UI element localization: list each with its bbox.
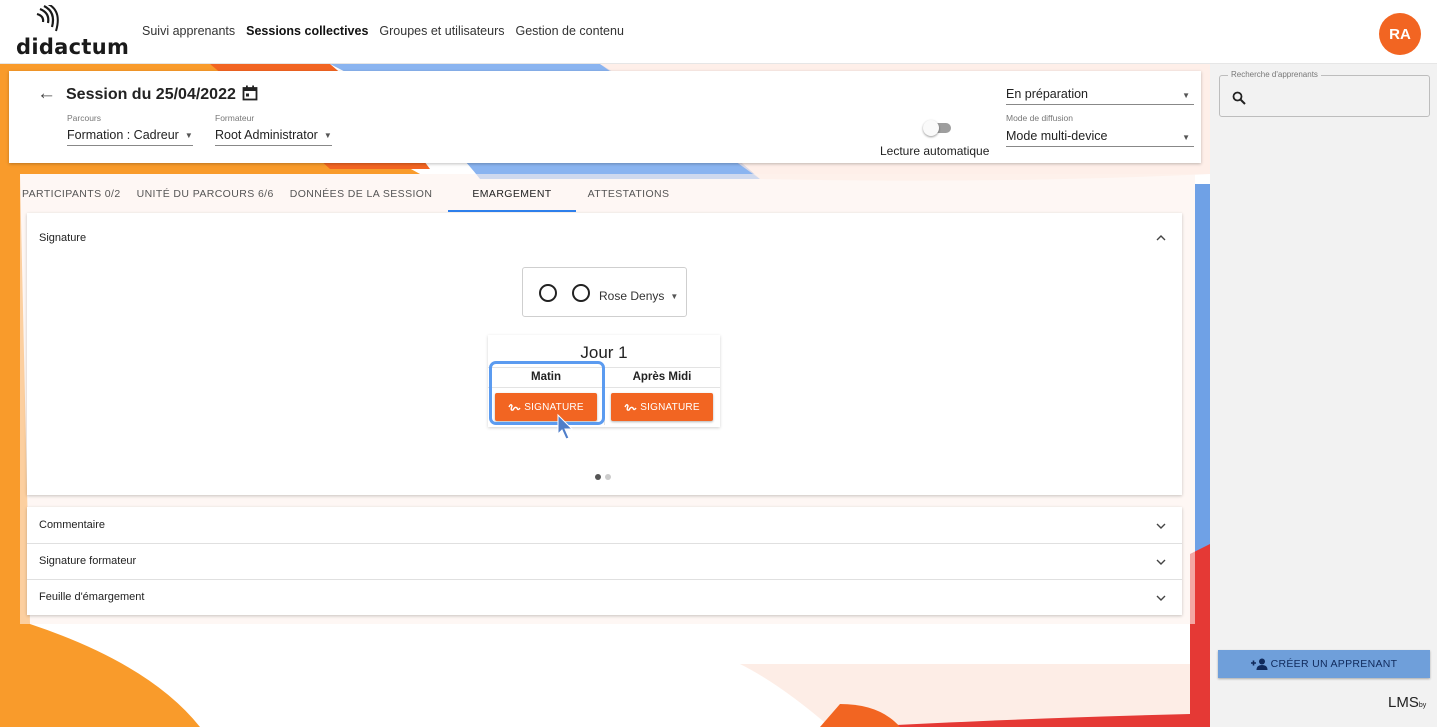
tab-unite-parcours[interactable]: UNITÉ DU PARCOURS 6/6 [129,188,282,212]
tab-donnees-session[interactable]: DONNÉES DE LA SESSION [282,188,441,212]
chevron-down-icon [1156,523,1166,529]
caret-down-icon: ▼ [323,131,332,141]
formateur-label: Formateur [215,113,255,123]
panel-commentaire-title: Commentaire [39,519,106,531]
radio-option-1[interactable] [539,284,557,302]
parcours-label: Parcours [67,113,102,123]
signature-panel-title: Signature [39,232,87,244]
status-value: En préparation [1006,87,1089,101]
learner-sidebar: Recherche d'apprenants CRÉER UN APPRENAN… [1210,64,1437,727]
auto-play-toggle[interactable] [923,120,953,136]
user-avatar[interactable]: RA [1379,13,1421,55]
parcours-value: Formation : Cadreur [67,128,179,142]
chevron-down-icon [1156,559,1166,565]
top-bar: didactum Suivi apprenants Sessions colle… [0,0,1437,64]
caret-down-icon: ▼ [1182,133,1190,142]
carousel-dots [595,474,611,480]
carousel-dot-1[interactable] [595,474,601,480]
session-tabs: PARTICIPANTS 0/2 UNITÉ DU PARCOURS 6/6 D… [14,188,677,212]
chevron-up-icon[interactable] [1156,233,1166,243]
nav-item-gestion-contenu[interactable]: Gestion de contenu [515,24,623,38]
toggle-knob [923,120,939,136]
nav-item-sessions-collectives[interactable]: Sessions collectives [246,24,368,38]
formateur-value: Root Administrator [215,128,318,142]
auto-play-label: Lecture automatique [880,144,990,158]
caret-down-icon: ▼ [184,131,193,141]
tab-participants[interactable]: PARTICIPANTS 0/2 [14,188,129,212]
logo-wordmark: didactum [16,35,130,59]
signature-icon [624,403,637,411]
logo-mark-icon [36,5,59,32]
create-learner-label: CRÉER UN APPRENANT [1270,658,1398,670]
parcours-select[interactable]: Formation : Cadreur ▼ [67,128,193,146]
signer-name: Rose Denys ▼ [599,289,679,303]
carousel-dot-2[interactable] [605,474,611,480]
panel-feuille-emargement[interactable]: Feuille d'émargement [27,580,1182,615]
tab-emargement[interactable]: EMARGEMENT [448,188,576,212]
tab-attestations[interactable]: ATTESTATIONS [580,188,678,212]
focus-highlight [489,361,605,425]
nav-item-suivi-apprenants[interactable]: Suivi apprenants [142,24,235,38]
chevron-down-icon [1156,595,1166,601]
lms-footer-logo: LMSby [1388,694,1427,711]
main-nav: Suivi apprenants Sessions collectives Gr… [142,24,624,38]
day-title: Jour 1 [580,343,628,362]
search-legend: Recherche d'apprenants [1228,70,1321,79]
nav-item-groupes-utilisateurs[interactable]: Groupes et utilisateurs [379,24,504,38]
session-header-card: ← Session du 25/04/2022 Parcours Formati… [9,71,1201,163]
collapsed-panels: Commentaire Signature formateur Feuille … [27,507,1182,615]
diffusion-label: Mode de diffusion [1006,113,1073,123]
signature-panel: Signature Rose Denys ▼ Jour 1 Matin Après… [27,213,1182,495]
diffusion-select[interactable]: Mode multi-device ▼ [1006,129,1194,147]
add-person-icon [1250,658,1268,670]
session-title: Session du 25/04/2022 [66,86,236,103]
panel-signature-formateur-title: Signature formateur [39,555,137,567]
caret-down-icon: ▼ [1182,91,1190,100]
learner-search-input[interactable]: Recherche d'apprenants [1219,70,1430,117]
signer-select[interactable]: Rose Denys ▼ [522,267,687,317]
formateur-select[interactable]: Root Administrator ▼ [215,128,332,146]
afternoon-signature-button[interactable]: SIGNATURE [611,393,713,421]
search-icon [1232,91,1246,105]
back-arrow-icon[interactable]: ← [37,83,56,105]
radio-option-2[interactable] [572,284,590,302]
caret-down-icon: ▼ [670,292,679,302]
calendar-icon[interactable] [242,85,258,101]
status-select[interactable]: En préparation ▼ [1006,87,1194,105]
didactum-logo[interactable]: didactum [16,5,130,61]
diffusion-value: Mode multi-device [1006,129,1108,143]
panel-signature-formateur[interactable]: Signature formateur [27,544,1182,579]
afternoon-label: Après Midi [632,371,692,383]
create-learner-button[interactable]: CRÉER UN APPRENANT [1218,650,1430,678]
afternoon-signature-label: SIGNATURE [640,401,700,413]
panel-feuille-emargement-title: Feuille d'émargement [39,591,145,603]
panel-commentaire[interactable]: Commentaire [27,507,1182,543]
cursor-icon [557,413,574,440]
